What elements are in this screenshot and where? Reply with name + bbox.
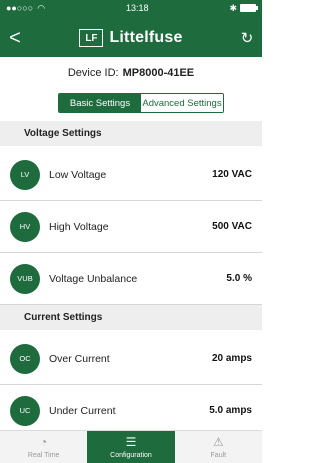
- setting-value: 5.0 %: [226, 273, 252, 284]
- tab-fault[interactable]: ⚠ Fault: [175, 431, 262, 463]
- tab-label: Fault: [210, 452, 227, 459]
- bluetooth-icon: ✱: [229, 2, 237, 13]
- chevron-left-icon: <: [9, 26, 21, 49]
- setting-label: Under Current: [49, 404, 116, 417]
- brand: LF Littelfuse: [79, 29, 182, 47]
- status-right: ✱: [229, 2, 258, 14]
- settings-segmented-control: Basic Settings Advanced Settings: [58, 93, 224, 113]
- current-settings-header: Current Settings: [0, 305, 262, 330]
- nav-bar: < LF Littelfuse ↻: [0, 20, 262, 56]
- setting-label: Over Current: [49, 352, 110, 365]
- wifi-icon: ◠: [37, 2, 46, 13]
- brand-name: Littelfuse: [109, 29, 183, 46]
- tab-label: Real Time: [27, 452, 60, 459]
- setting-value: 120 VAC: [212, 169, 252, 180]
- signal-area: ●●○○○ ◠: [6, 3, 45, 14]
- setting-row-over-current[interactable]: OC Over Current 20 amps: [0, 333, 262, 385]
- back-button[interactable]: <: [0, 23, 30, 53]
- voltage-settings-header: Voltage Settings: [0, 121, 262, 146]
- setting-row-voltage-unbalance[interactable]: VUB Voltage Unbalance 5.0 %: [0, 253, 262, 305]
- setting-label: Low Voltage: [49, 168, 107, 181]
- signal-icon: ●●○○○: [6, 3, 34, 13]
- status-time: 13:18: [125, 3, 149, 13]
- basic-settings-tab[interactable]: Basic Settings: [59, 94, 141, 112]
- setting-value: 5.0 amps: [209, 405, 252, 416]
- refresh-icon: ↻: [240, 30, 254, 47]
- gauge-icon: ◔: [40, 435, 48, 449]
- setting-value: 20 amps: [211, 353, 252, 364]
- device-id-row: Device ID: MP8000-41EE: [0, 57, 262, 88]
- setting-row-high-voltage[interactable]: HV High Voltage 500 VAC: [0, 201, 262, 253]
- tab-real-time[interactable]: ◔ Real Time: [0, 431, 87, 463]
- tab-configuration[interactable]: ☰ Configuration: [87, 431, 175, 463]
- setting-badge: HV: [10, 211, 40, 242]
- setting-row-low-voltage[interactable]: LV Low Voltage 120 VAC: [0, 149, 262, 201]
- setting-badge: OC: [10, 343, 40, 374]
- setting-label: High Voltage: [49, 220, 109, 233]
- setting-badge: UC: [10, 395, 40, 426]
- littelfuse-logo-icon: LF: [79, 29, 104, 47]
- status-bar: ●●○○○ ◠ 13:18 ✱: [0, 0, 262, 16]
- sliders-icon: ☰: [125, 435, 137, 449]
- setting-label: Voltage Unbalance: [49, 272, 138, 285]
- bottom-tab-bar: ◔ Real Time ☰ Configuration ⚠ Fault: [0, 430, 262, 463]
- setting-value: 500 VAC: [212, 221, 252, 232]
- device-id-label: Device ID:: [67, 66, 119, 79]
- fault-icon: ⚠: [212, 435, 224, 449]
- setting-badge: LV: [10, 159, 40, 190]
- tab-label: Configuration: [110, 452, 152, 459]
- app-header: ●●○○○ ◠ 13:18 ✱ < LF Littelfuse ↻: [0, 0, 262, 57]
- setting-badge: VUB: [10, 263, 40, 294]
- advanced-settings-tab[interactable]: Advanced Settings: [141, 94, 223, 112]
- device-id-value: MP8000-41EE: [122, 66, 195, 79]
- battery-icon: [240, 4, 258, 12]
- refresh-button[interactable]: ↻: [232, 23, 262, 53]
